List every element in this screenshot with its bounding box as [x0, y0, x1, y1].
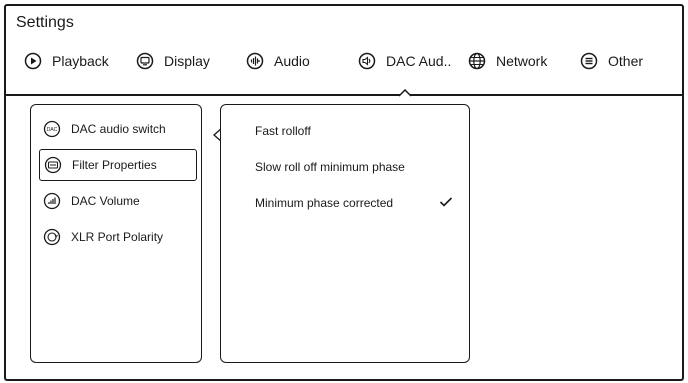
- option-minimum-phase-corrected[interactable]: Minimum phase corrected: [255, 191, 455, 215]
- tab-playback[interactable]: Playback: [24, 48, 109, 74]
- tab-dac-audio[interactable]: DAC Aud..: [358, 48, 451, 74]
- submenu-item-label: DAC audio switch: [71, 122, 166, 136]
- monitor-icon: [136, 52, 154, 70]
- tab-network[interactable]: Network: [468, 48, 547, 74]
- submenu-item-dac-audio-switch[interactable]: DAC DAC audio switch: [39, 113, 197, 145]
- header-divider: [6, 94, 682, 96]
- settings-window: Settings Playback Display Audio DAC Aud.…: [4, 4, 684, 381]
- option-label: Fast rolloff: [255, 124, 311, 138]
- submenu-item-label: Filter Properties: [72, 158, 157, 172]
- menu-circle-icon: [580, 52, 598, 70]
- checkmark-icon: [439, 197, 453, 207]
- tab-label: Network: [496, 53, 548, 69]
- option-label: Slow roll off minimum phase: [255, 160, 405, 174]
- submenu-item-xlr-port-polarity[interactable]: XLR Port Polarity: [39, 221, 197, 253]
- submenu-item-label: DAC Volume: [71, 194, 140, 208]
- tab-label: DAC Aud..: [386, 53, 452, 69]
- filter-icon: [44, 156, 62, 174]
- play-circle-icon: [24, 52, 42, 70]
- tab-label: Playback: [52, 53, 109, 69]
- option-slow-roll-off-minimum-phase[interactable]: Slow roll off minimum phase: [255, 155, 455, 179]
- tab-display[interactable]: Display: [136, 48, 210, 74]
- submenu-item-filter-properties[interactable]: Filter Properties: [39, 149, 197, 181]
- submenu-panel: DAC DAC audio switch Filter Properties D…: [30, 104, 202, 363]
- tab-audio[interactable]: Audio: [246, 48, 310, 74]
- speaker-icon: [358, 52, 376, 70]
- tab-bar: Playback Display Audio DAC Aud.. Network: [6, 48, 682, 74]
- tab-label: Display: [164, 53, 210, 69]
- svg-text:DAC: DAC: [47, 127, 58, 133]
- option-fast-rolloff[interactable]: Fast rolloff: [255, 119, 455, 143]
- tab-other[interactable]: Other: [580, 48, 643, 74]
- page-title: Settings: [16, 14, 74, 31]
- tab-label: Audio: [274, 53, 310, 69]
- globe-icon: [468, 52, 486, 70]
- submenu-item-dac-volume[interactable]: DAC Volume: [39, 185, 197, 217]
- polarity-icon: [43, 228, 61, 246]
- audio-wave-icon: [246, 52, 264, 70]
- volume-icon: [43, 192, 61, 210]
- option-label: Minimum phase corrected: [255, 196, 394, 210]
- tab-label: Other: [608, 53, 644, 69]
- active-tab-caret: [399, 89, 411, 97]
- dac-icon: DAC: [43, 120, 61, 138]
- options-panel: Fast rolloff Slow roll off minimum phase…: [220, 104, 470, 363]
- submenu-item-label: XLR Port Polarity: [71, 230, 164, 244]
